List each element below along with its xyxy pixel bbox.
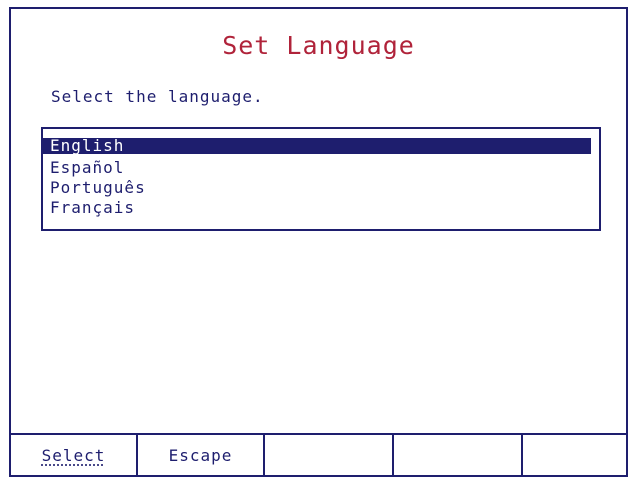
screen-frame: Set Language Select the language. Englis…: [9, 7, 628, 477]
page-title: Set Language: [222, 31, 415, 60]
language-listbox[interactable]: English Español Português Français: [41, 127, 601, 231]
softkey-bar: Select Escape: [11, 433, 626, 475]
select-softkey[interactable]: Select: [11, 435, 138, 475]
softkey-4[interactable]: [394, 435, 523, 475]
softkey-5[interactable]: [523, 435, 626, 475]
list-item-portugues[interactable]: Português: [43, 178, 591, 198]
list-item-espanol[interactable]: Español: [43, 158, 591, 178]
select-softkey-label: Select: [41, 445, 106, 465]
list-item-francais[interactable]: Français: [43, 198, 591, 218]
instruction-text: Select the language.: [51, 87, 264, 106]
escape-softkey[interactable]: Escape: [138, 435, 265, 475]
escape-softkey-label: Escape: [168, 445, 233, 465]
list-item-english[interactable]: English: [43, 138, 591, 154]
softkey-3[interactable]: [265, 435, 394, 475]
